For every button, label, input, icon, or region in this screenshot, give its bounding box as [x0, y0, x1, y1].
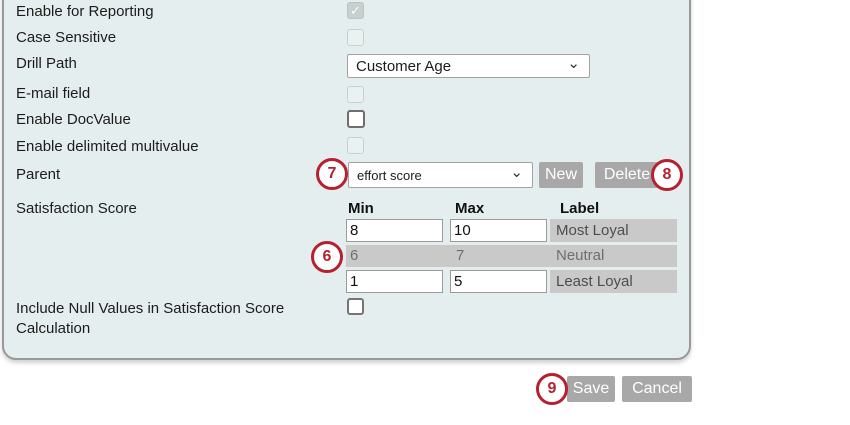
annotation-circle-7: 7 — [316, 158, 348, 190]
parent-select[interactable]: effort score ⌄ — [348, 162, 533, 188]
delete-button[interactable]: Delete — [595, 162, 659, 188]
label-column-header: Label — [550, 200, 677, 217]
min-column-header: Min — [346, 200, 450, 217]
email-field-checkbox[interactable] — [347, 86, 364, 103]
case-sensitive-checkbox[interactable] — [347, 29, 364, 46]
email-field-label: E-mail field — [16, 84, 90, 104]
chevron-down-icon: ⌄ — [567, 59, 589, 69]
enable-docvalue-checkbox[interactable] — [347, 110, 365, 128]
max-column-header: Max — [450, 200, 550, 217]
max-value-row2: 7 — [450, 245, 550, 267]
annotation-circle-9: 9 — [536, 373, 568, 405]
new-button[interactable]: New — [539, 162, 583, 188]
max-input-row3[interactable] — [450, 270, 547, 293]
enable-delimited-checkbox[interactable] — [347, 137, 364, 154]
score-table-header: Min Max Label — [346, 200, 677, 217]
case-sensitive-label: Case Sensitive — [16, 28, 116, 48]
label-cell-row2: Neutral — [550, 245, 677, 267]
enable-delimited-label: Enable delimited multivalue — [16, 137, 199, 157]
annotation-circle-8: 8 — [651, 159, 683, 191]
parent-selected-value: effort score — [349, 168, 510, 183]
label-cell-row3: Least Loyal — [550, 270, 677, 293]
check-icon: ✓ — [350, 4, 361, 17]
parent-label: Parent — [16, 165, 60, 185]
enable-reporting-checkbox[interactable]: ✓ — [347, 2, 364, 19]
cancel-button[interactable]: Cancel — [622, 376, 692, 402]
drill-path-selected-value: Customer Age — [348, 58, 567, 75]
label-cell-row1: Most Loyal — [550, 219, 677, 242]
satisfaction-score-label: Satisfaction Score — [16, 199, 137, 219]
annotation-circle-6: 6 — [311, 241, 343, 273]
min-input-row1[interactable] — [346, 219, 443, 242]
enable-reporting-label: Enable for Reporting — [16, 2, 154, 22]
chevron-down-icon: ⌄ — [510, 168, 532, 178]
min-input-row3[interactable] — [346, 270, 443, 293]
score-table-row-disabled: 6 7 Neutral — [346, 245, 677, 267]
save-button[interactable]: Save — [567, 376, 615, 402]
drill-path-label: Drill Path — [16, 54, 77, 74]
drill-path-select[interactable]: Customer Age ⌄ — [347, 54, 590, 78]
include-null-label: Include Null Values in Satisfaction Scor… — [16, 299, 348, 339]
enable-docvalue-label: Enable DocValue — [16, 110, 131, 130]
max-input-row1[interactable] — [450, 219, 547, 242]
min-value-row2: 6 — [346, 245, 450, 267]
include-null-checkbox[interactable] — [347, 298, 364, 315]
